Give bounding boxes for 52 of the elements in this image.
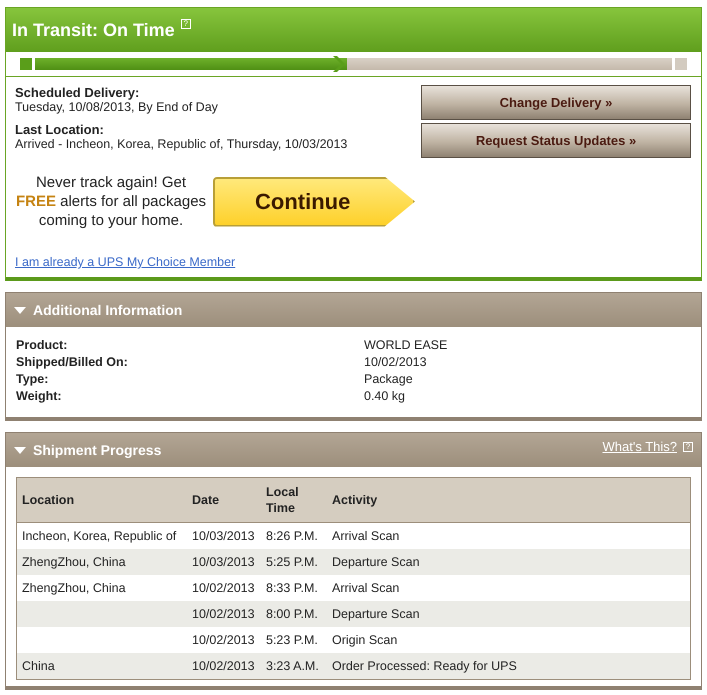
table-cell: China — [22, 659, 55, 673]
table-cell: 10/02/2013 — [192, 607, 255, 621]
info-label: Weight: — [16, 388, 63, 405]
collapse-icon[interactable] — [14, 446, 26, 454]
progress-start-icon — [20, 58, 32, 70]
table-cell: 10/03/2013 — [192, 555, 255, 569]
column-header: Local Time — [261, 478, 327, 522]
table-cell: 8:26 P.M. — [266, 529, 318, 543]
member-link[interactable]: I am already a UPS My Choice Member — [15, 255, 415, 269]
table-cell: Arrival Scan — [332, 529, 400, 543]
table-cell: ZhengZhou, China — [22, 581, 126, 595]
action-button[interactable]: Request Status Updates » — [421, 123, 691, 158]
info-label: Type: — [16, 371, 50, 388]
table-cell: Order Processed: Ready for UPS — [332, 659, 517, 673]
collapse-icon[interactable] — [14, 306, 26, 314]
table-cell: 10/02/2013 — [192, 659, 255, 673]
column-header: Location — [16, 478, 187, 522]
status-title: In Transit: On Time — [12, 20, 175, 40]
table-cell: 10/02/2013 — [192, 633, 255, 647]
scheduled-value: Tuesday, 10/08/2013, By End of Day — [15, 100, 219, 114]
table-cell: 5:23 P.M. — [266, 633, 318, 647]
table-cell: 5:25 P.M. — [266, 555, 318, 569]
table-cell: 10/03/2013 — [192, 529, 255, 543]
column-header: Date — [187, 478, 261, 522]
continue-button[interactable]: Continue — [213, 176, 415, 226]
info-label: Shipped/Billed On: — [16, 354, 129, 371]
table-cell: Departure Scan — [332, 555, 420, 569]
whats-this-link[interactable]: What's This? — [602, 439, 677, 454]
info-label: Product: — [16, 337, 68, 354]
table-cell: Origin Scan — [332, 633, 398, 647]
action-button[interactable]: Change Delivery » — [421, 85, 691, 120]
info-value: Package — [364, 371, 414, 388]
section-title: Additional Information — [33, 302, 182, 318]
table-cell: Departure Scan — [332, 607, 420, 621]
last-location-value: Arrived - Incheon, Korea, Republic of, Thursday, 10/03/2013 — [15, 137, 348, 151]
table-cell: 8:00 P.M. — [266, 607, 318, 621]
table-cell: 10/02/2013 — [192, 581, 255, 595]
progress-end-icon — [675, 58, 687, 70]
scheduled-label: Scheduled Delivery: — [15, 85, 140, 100]
table-cell: Incheon, Korea, Republic of — [22, 529, 176, 543]
column-header: Activity — [327, 478, 690, 522]
promo-text: Never track again! Get FREE alerts for all packages coming to your home. — [15, 173, 207, 230]
section-title: Shipment Progress — [33, 442, 162, 458]
table-cell: Arrival Scan — [332, 581, 400, 595]
info-value: WORLD EASE — [364, 337, 448, 354]
table-cell: 8:33 P.M. — [266, 581, 318, 595]
info-value: 0.40 kg — [364, 388, 406, 405]
info-value: 10/02/2013 — [364, 354, 428, 371]
help-icon[interactable]: ? — [683, 442, 693, 452]
table-cell: ZhengZhou, China — [22, 555, 126, 569]
last-location-label: Last Location: — [15, 122, 105, 137]
table-cell: 3:23 A.M. — [266, 659, 319, 673]
